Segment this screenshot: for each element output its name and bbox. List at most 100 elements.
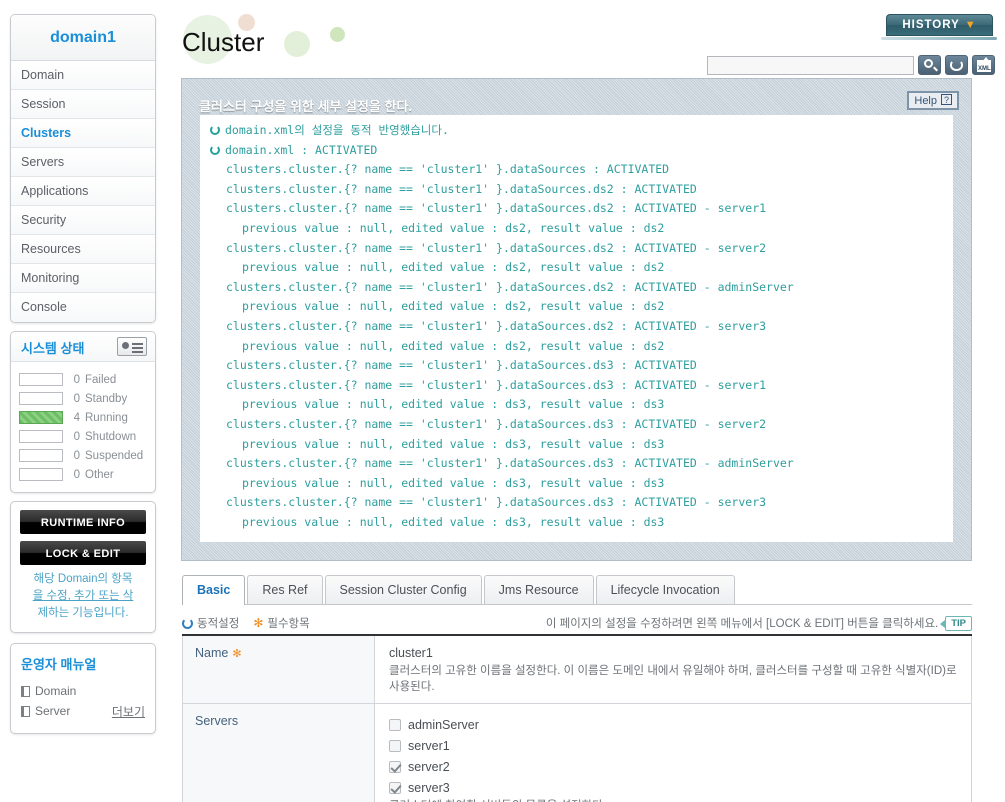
server-option-label: server1 [408, 738, 450, 753]
status-count: 0 [73, 373, 80, 386]
status-count: 0 [73, 430, 80, 443]
tab-lifecycle-invocation[interactable]: Lifecycle Invocation [595, 575, 735, 605]
tab-res-ref[interactable]: Res Ref [247, 575, 323, 605]
checkbox[interactable] [389, 760, 401, 773]
log-output[interactable]: domain.xml의 설정을 동적 반영했습니다. domain.xml : A… [200, 115, 953, 542]
form-label-name: Name ✻ [183, 636, 375, 703]
log-line: clusters.cluster.{? name == 'cluster1' }… [210, 160, 943, 180]
lock-note-line-2[interactable]: 을 수정, 추가 또는 삭 [33, 590, 134, 602]
status-label: Other [85, 468, 114, 481]
sidebar-item-clusters[interactable]: Clusters [11, 119, 155, 148]
log-line-text: clusters.cluster.{? name == 'cluster1' }… [226, 318, 767, 333]
log-line: clusters.cluster.{? name == 'cluster1' }… [210, 317, 943, 337]
system-status-list: 0 Failed 0 Standby 4 Running 0 Shutdown 0 Suspend… [11, 362, 155, 492]
status-row-running: 4 Running [19, 408, 149, 427]
server-option-server3[interactable]: server3 [389, 777, 961, 798]
sidebar-item-applications[interactable]: Applications [11, 177, 155, 206]
xml-export-icon[interactable]: XML [972, 55, 995, 75]
log-line-text: clusters.cluster.{? name == 'cluster1' }… [226, 181, 697, 196]
status-row-suspended: 0 Suspended [19, 446, 149, 465]
document-icon [21, 685, 30, 697]
cluster-name-value: cluster1 [389, 646, 433, 660]
tab-basic[interactable]: Basic [182, 575, 246, 605]
edit-hint-text: 이 페이지의 설정을 수정하려면 왼쪽 메뉴에서 [LOCK & EDIT] 버… [545, 618, 939, 630]
log-line-text: clusters.cluster.{? name == 'cluster1' }… [226, 456, 794, 471]
refresh-icon[interactable] [945, 55, 968, 75]
history-button[interactable]: HISTORY ▼ [886, 14, 993, 36]
log-line: clusters.cluster.{? name == 'cluster1' }… [210, 415, 943, 435]
status-row-standby: 0 Standby [19, 389, 149, 408]
history-underline [881, 37, 997, 40]
search-input[interactable] [707, 55, 914, 75]
system-status-header: 시스템 상태 [11, 332, 155, 362]
help-button[interactable]: Help? [907, 91, 959, 110]
manual-item-domain[interactable]: Domain [21, 681, 145, 701]
log-line-text: previous value : null, edited value : ds… [242, 514, 665, 529]
status-bar [19, 430, 63, 443]
decorative-bubble [284, 31, 310, 57]
log-line: clusters.cluster.{? name == 'cluster1' }… [210, 278, 943, 298]
log-line: previous value : null, edited value : ds… [210, 297, 943, 317]
form-label-servers: Servers [183, 704, 375, 802]
sidebar-item-domain[interactable]: Domain [11, 61, 155, 90]
server-option-label: server2 [408, 759, 450, 774]
server-option-label: server3 [408, 780, 450, 795]
tab-session-cluster-config[interactable]: Session Cluster Config [324, 575, 482, 605]
checkbox[interactable] [389, 781, 401, 794]
log-line-text: clusters.cluster.{? name == 'cluster1' }… [226, 201, 767, 216]
required-asterisk-icon: ✻ [253, 616, 264, 630]
servers-description: 클러스터에 참여할 서버들의 목록을 설정한다. [389, 798, 961, 802]
checkbox[interactable] [389, 739, 401, 752]
log-line: domain.xml : ACTIVATED [210, 141, 943, 161]
refresh-icon [210, 144, 220, 155]
log-line: previous value : null, edited value : ds… [210, 337, 943, 357]
status-label: Shutdown [85, 430, 137, 443]
sidebar-item-security[interactable]: Security [11, 206, 155, 235]
search-icon[interactable] [918, 55, 941, 75]
legend-row: 동적설정 ✻ 필수항목 이 페이지의 설정을 수정하려면 왼쪽 메뉴에서 [LO… [182, 612, 972, 634]
servers-checkbox-list: adminServer server1 server2 server3 [389, 714, 961, 798]
log-line: clusters.cluster.{? name == 'cluster1' }… [210, 180, 943, 200]
runtime-info-button[interactable]: RUNTIME INFO [20, 510, 146, 534]
manual-item-server[interactable]: Server 더보기 [21, 701, 145, 721]
system-status-title: 시스템 상태 [21, 341, 85, 356]
tab-jms-resource[interactable]: Jms Resource [483, 575, 594, 605]
status-label: Suspended [85, 449, 144, 462]
log-line: previous value : null, edited value : ds… [210, 474, 943, 494]
sidebar-nav-list: Domain Session Clusters Servers Applications… [11, 61, 155, 322]
sidebar-item-console[interactable]: Console [11, 293, 155, 322]
server-option-server2[interactable]: server2 [389, 756, 961, 777]
manual-more-link[interactable]: 더보기 [112, 703, 145, 720]
sidebar-item-servers[interactable]: Servers [11, 148, 155, 177]
decorative-bubble [330, 27, 345, 42]
monitor-icon[interactable] [117, 337, 147, 356]
dynamic-setting-icon [182, 617, 193, 629]
lock-note-line-1: 해당 Domain의 항목 [33, 573, 133, 585]
document-icon [21, 705, 30, 717]
log-line: clusters.cluster.{? name == 'cluster1' }… [210, 454, 943, 474]
form-label-servers-text: Servers [195, 714, 239, 728]
server-option-adminserver[interactable]: adminServer [389, 714, 961, 735]
sidebar-item-session[interactable]: Session [11, 90, 155, 119]
question-mark-icon: ? [941, 94, 952, 105]
log-line: previous value : null, edited value : ds… [210, 258, 943, 278]
tip-badge[interactable]: TIP [940, 615, 972, 631]
status-label: Failed [85, 373, 117, 386]
sidebar-item-resources[interactable]: Resources [11, 235, 155, 264]
log-line-text: clusters.cluster.{? name == 'cluster1' }… [226, 279, 794, 294]
sidebar-item-monitoring[interactable]: Monitoring [11, 264, 155, 293]
checkbox[interactable] [389, 718, 401, 731]
log-line: clusters.cluster.{? name == 'cluster1' }… [210, 239, 943, 259]
log-line-text: previous value : null, edited value : ds… [242, 436, 665, 451]
lock-and-edit-button[interactable]: LOCK & EDIT [20, 541, 146, 565]
chevron-down-icon: ▼ [964, 19, 977, 31]
page-title: Cluster [182, 27, 265, 57]
log-line-text: clusters.cluster.{? name == 'cluster1' }… [226, 162, 670, 177]
required-asterisk-icon: ✻ [232, 648, 242, 660]
admin-manual-title: 운영자 매뉴얼 [21, 657, 97, 672]
status-count: 0 [73, 468, 80, 481]
log-line: clusters.cluster.{? name == 'cluster1' }… [210, 199, 943, 219]
status-bar [19, 411, 63, 424]
server-option-server1[interactable]: server1 [389, 735, 961, 756]
cluster-name-description: 클러스터의 고유한 이름을 설정한다. 이 이름은 도메인 내에서 유일해야 하… [389, 665, 957, 693]
